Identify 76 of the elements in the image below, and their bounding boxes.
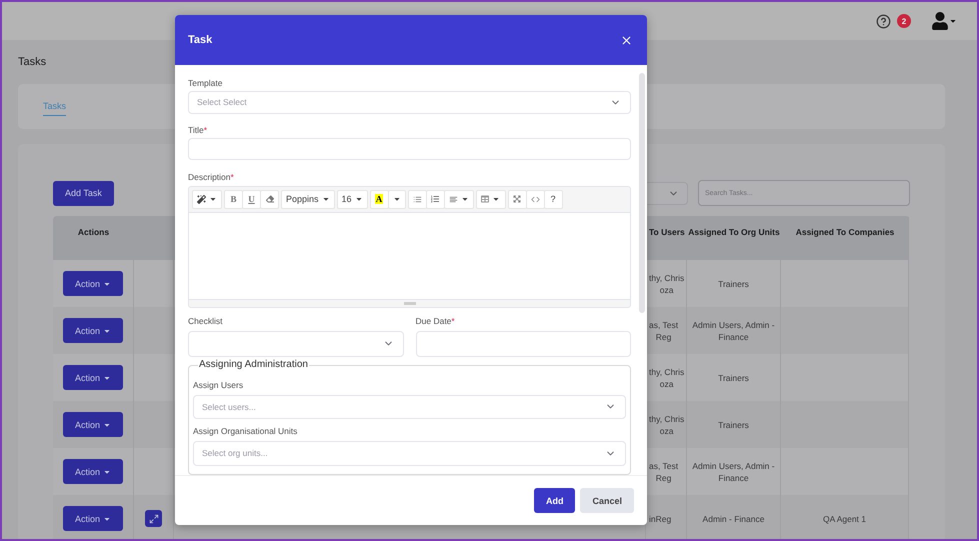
caret-icon — [392, 195, 401, 204]
code-icon — [530, 194, 540, 204]
table-cell: as, Test Reg — [646, 307, 687, 354]
caret-icon — [949, 17, 957, 25]
checklist-select[interactable] — [188, 330, 404, 357]
caret-icon — [354, 195, 363, 204]
table-icon — [481, 195, 490, 204]
numbered-list-button[interactable] — [426, 190, 445, 209]
numbered-list-icon — [431, 195, 440, 204]
notification-badge: 2 — [897, 14, 911, 28]
action-button[interactable]: Action — [63, 271, 123, 296]
color-menu-button[interactable] — [388, 190, 406, 209]
add-task-button[interactable]: Add Task — [53, 180, 114, 206]
title-field[interactable] — [188, 138, 631, 160]
align-icon — [448, 194, 458, 204]
action-button[interactable]: Action — [63, 412, 123, 437]
action-button[interactable]: Action — [63, 318, 123, 343]
table-cell: thy, Chris oza — [646, 401, 687, 448]
caret-icon — [460, 195, 469, 204]
column-header: Assigned To Org Units — [687, 216, 781, 260]
add-button[interactable]: Add — [534, 488, 576, 513]
table-cell: QA Agent 1 — [781, 495, 909, 539]
column-header: To Users — [646, 216, 687, 260]
expand-icon — [148, 514, 158, 524]
caret-icon — [209, 195, 217, 204]
field-label: Description* — [188, 172, 235, 183]
column-header: Actions — [53, 216, 134, 260]
eraser-button[interactable] — [260, 190, 279, 209]
caret-icon — [322, 195, 330, 204]
table-cell: thy, Chris oza — [646, 354, 687, 401]
help-button[interactable]: ? — [544, 190, 563, 209]
help-icon[interactable] — [876, 14, 891, 28]
table-cell: Trainers — [687, 401, 781, 448]
field-label: Checklist — [188, 316, 224, 328]
column-header — [134, 216, 174, 260]
align-button[interactable] — [444, 190, 474, 209]
cancel-button[interactable]: Cancel — [580, 488, 634, 513]
table-cell: as, Test Reg — [646, 448, 687, 495]
due-date-field[interactable] — [416, 330, 631, 357]
bold-button[interactable]: B — [224, 190, 243, 209]
table-cell: Admin Users, Admin - Finance — [687, 307, 781, 354]
bullet-list-button[interactable] — [408, 190, 427, 209]
table-cell: inReg — [646, 495, 687, 539]
scrollbar-thumb[interactable] — [639, 73, 645, 313]
eraser-icon — [266, 195, 274, 204]
field-label: Assign Users — [193, 380, 244, 392]
page-title: Tasks — [18, 56, 48, 70]
user-icon — [931, 12, 949, 30]
user-menu[interactable] — [931, 12, 957, 30]
table-cell: thy, Chris oza — [646, 260, 687, 307]
underline-button[interactable]: U — [242, 190, 261, 209]
caret-icon — [492, 195, 500, 204]
font-size-dropdown[interactable]: 16 — [336, 190, 368, 209]
column-header: Assigned To Companies — [781, 216, 909, 260]
action-button[interactable]: Action — [63, 459, 123, 484]
style-button[interactable] — [192, 190, 222, 209]
table-button[interactable] — [476, 190, 506, 209]
resize-handle[interactable] — [404, 302, 416, 305]
dialog-title: Task — [188, 34, 212, 46]
font-dropdown[interactable]: Poppins — [281, 190, 335, 209]
field-label: Assign Organisational Units — [193, 426, 298, 438]
list-icon — [412, 194, 422, 204]
expand-icon — [513, 195, 522, 204]
field-label: Template — [188, 78, 224, 88]
field-label: Title* — [188, 124, 208, 135]
code-view-button[interactable] — [526, 190, 545, 209]
close-icon[interactable] — [620, 34, 633, 46]
action-button[interactable]: Action — [63, 506, 123, 531]
magic-wand-icon — [197, 194, 206, 204]
fullscreen-button[interactable] — [508, 190, 527, 209]
table-cell: Admin - Finance — [687, 495, 781, 539]
action-button[interactable]: Action — [63, 365, 123, 390]
field-label: Due Date* — [416, 316, 456, 328]
highlight-button[interactable]: A — [370, 190, 389, 209]
fieldset-legend: Assigning Administration — [198, 358, 309, 370]
expand-button[interactable] — [145, 510, 162, 527]
